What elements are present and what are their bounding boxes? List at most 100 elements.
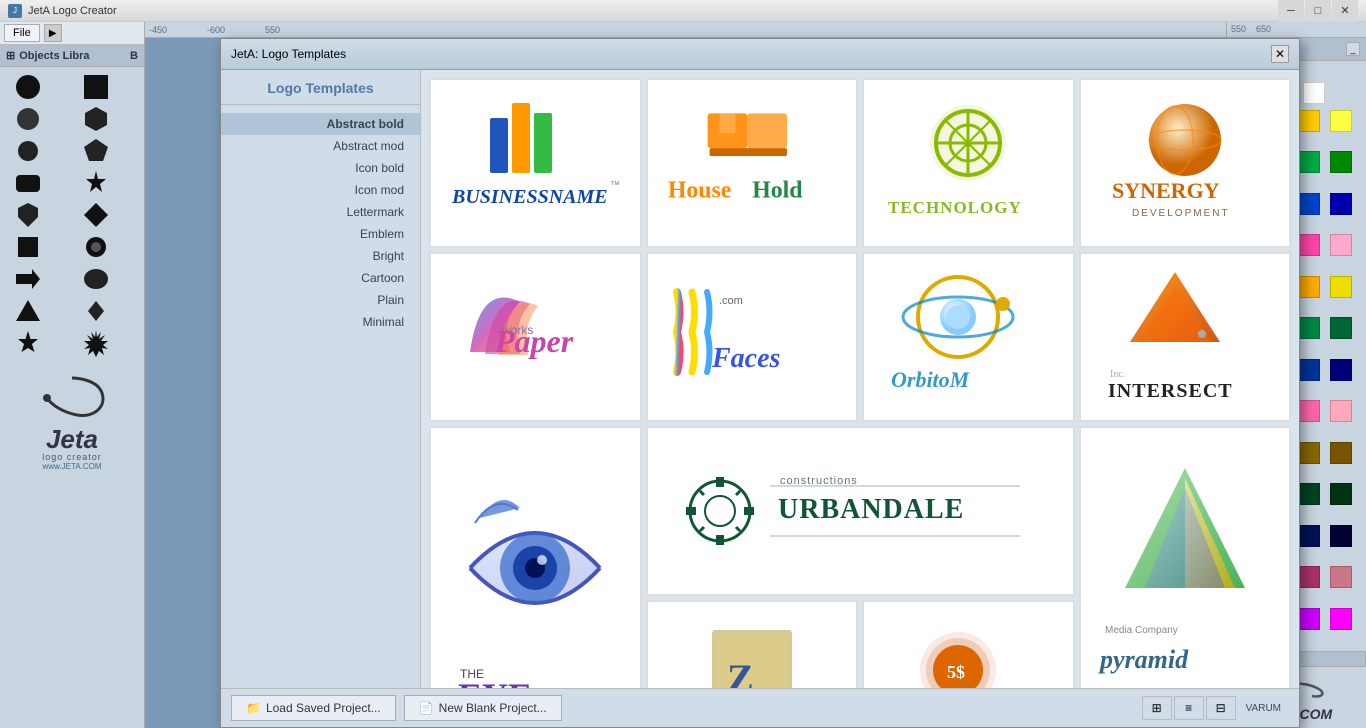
app-title-bar: J JetA Logo Creator ─ □ ✕ [0,0,1366,22]
shape-rounded-rect[interactable] [6,169,50,197]
shape-shield[interactable] [6,201,50,229]
template-eye-security[interactable]: THE EYE security [429,426,642,688]
template-technology[interactable]: TECHNOLOGY [862,78,1075,248]
sidebar-item-lettermark[interactable]: Lettermark [221,201,420,223]
svg-text:Z: Z [727,656,754,688]
swatch-dark-blue[interactable] [1298,193,1320,215]
sidebar-item-bright[interactable]: Bright [221,245,420,267]
swatch-near-black-blue[interactable] [1330,525,1352,547]
close-button[interactable]: ✕ [1332,0,1358,22]
swatch-gold[interactable] [1330,276,1352,298]
swatch-forest[interactable] [1330,151,1352,173]
grid-view-button[interactable]: ⊞ [1142,696,1172,720]
swatch-darkest-green[interactable] [1330,483,1352,505]
maximize-button[interactable]: □ [1305,0,1331,22]
swatch-very-dark-green[interactable] [1298,483,1320,505]
detail-view-button[interactable]: ⊟ [1206,696,1236,720]
swatch-light-pink[interactable] [1330,234,1352,256]
load-saved-project-button[interactable]: 📁 Load Saved Project... [231,695,396,721]
template-grid-area: BUSINESSNAME ™ [421,70,1299,688]
template-urbandale[interactable]: constructions URBANDALE [646,426,1075,596]
template-solution[interactable]: Z Ingenious Solution [646,600,859,688]
shape-pentagon[interactable] [74,137,118,165]
modal-body: Logo Templates Abstract bold Abstract mo… [221,70,1299,688]
swatch-blush[interactable] [1330,400,1352,422]
shape-diamond-sm[interactable] [74,297,118,325]
shape-hexagon[interactable] [74,105,118,133]
shape-blob[interactable] [74,265,118,293]
swatch-mauve[interactable] [1298,566,1320,588]
objects-icon: ⊞ [6,49,15,62]
swatch-dark-emerald[interactable] [1330,317,1352,339]
template-paper[interactable]: Paper works [429,252,642,422]
pyramid-logo: Media Company pyramid [1090,438,1280,688]
sidebar-item-icon-mod[interactable]: Icon mod [221,179,420,201]
sidebar-item-abstract-bold[interactable]: Abstract bold [221,113,420,135]
swatch-dark-gold[interactable] [1298,442,1320,464]
shape-arrow-right[interactable] [6,265,50,293]
app-title-text: JetA Logo Creator [28,5,117,17]
jeta-url: www.JETA.COM [43,462,102,471]
window-controls: ─ □ ✕ [1278,0,1358,22]
new-blank-project-button[interactable]: 📄 New Blank Project... [404,695,562,721]
swatch-dusty-rose[interactable] [1330,566,1352,588]
template-grid: BUSINESSNAME ™ [429,78,1291,688]
swatch-yellow[interactable] [1298,110,1320,132]
shape-star[interactable] [74,169,118,197]
template-businessname[interactable]: BUSINESSNAME ™ [429,78,642,248]
file-button[interactable]: File [4,24,40,42]
shape-star-6[interactable] [6,329,50,357]
template-orbitum[interactable]: OrbitoM [862,252,1075,422]
swatch-dark-green[interactable] [1298,151,1320,173]
shape-circle-gear[interactable] [74,233,118,261]
jeta-logo-icon [27,373,117,423]
shape-circle-black[interactable] [6,73,50,101]
swatch-amber[interactable] [1298,276,1320,298]
modal-close-button[interactable]: ✕ [1271,45,1289,63]
sidebar-item-cartoon[interactable]: Cartoon [221,267,420,289]
template-pyramid[interactable]: Media Company pyramid [1079,426,1292,688]
template-intersect[interactable]: Inc. INTERSECT [1079,252,1292,422]
template-dollarstore[interactable]: 5$ DOLLAR STORE Everything Under 5$ [862,600,1075,688]
swatch-pink[interactable] [1298,234,1320,256]
template-faces[interactable]: Faces .com [646,252,859,422]
sidebar-item-abstract-mod[interactable]: Abstract mod [221,135,420,157]
swatch-cobalt[interactable] [1298,359,1320,381]
sidebar-item-minimal[interactable]: Minimal [221,311,420,333]
swatch-darkest-blue[interactable] [1298,525,1320,547]
shape-circle-outline[interactable] [6,105,50,133]
swatch-navy[interactable] [1330,193,1352,215]
swatch-rose[interactable] [1298,400,1320,422]
panel-collapse-button[interactable]: _ [1346,42,1360,56]
list-view-button[interactable]: ≡ [1174,696,1204,720]
shape-square-sm[interactable] [6,233,50,261]
modal-title-bar: JetA: Logo Templates ✕ [221,39,1299,70]
svg-text:House: House [667,178,731,204]
template-synergy[interactable]: SYNERGY DEVELOPMENT [1079,78,1292,248]
sidebar-item-emblem[interactable]: Emblem [221,223,420,245]
swatch-bright-purple[interactable] [1298,608,1320,630]
shape-square-black[interactable] [74,73,118,101]
toolbar-icon[interactable]: ▶ [44,24,62,42]
swatch-fuchsia[interactable] [1330,608,1352,630]
urbandale-logo: constructions URBANDALE [670,436,1050,586]
shape-star-burst[interactable] [74,329,118,357]
new-icon: 📄 [419,701,434,715]
swatch-tan[interactable] [1330,442,1352,464]
load-icon: 📁 [246,701,261,715]
template-sidebar: Logo Templates Abstract bold Abstract mo… [221,70,421,688]
shape-circle-sm[interactable] [6,137,50,165]
sidebar-item-icon-bold[interactable]: Icon bold [221,157,420,179]
swatch-white[interactable] [1303,82,1325,104]
sidebar-item-plain[interactable]: Plain [221,289,420,311]
businessname-logo: BUSINESSNAME ™ [440,88,630,238]
swatch-bright-yellow[interactable] [1330,110,1352,132]
file-toolbar: File ▶ [0,22,144,45]
shape-triangle[interactable] [6,297,50,325]
swatch-midnight[interactable] [1330,359,1352,381]
svg-text:Hold: Hold [752,178,802,204]
template-household[interactable]: House Hold [646,78,859,248]
shape-diamond[interactable] [74,201,118,229]
minimize-button[interactable]: ─ [1278,0,1304,22]
swatch-emerald[interactable] [1298,317,1320,339]
